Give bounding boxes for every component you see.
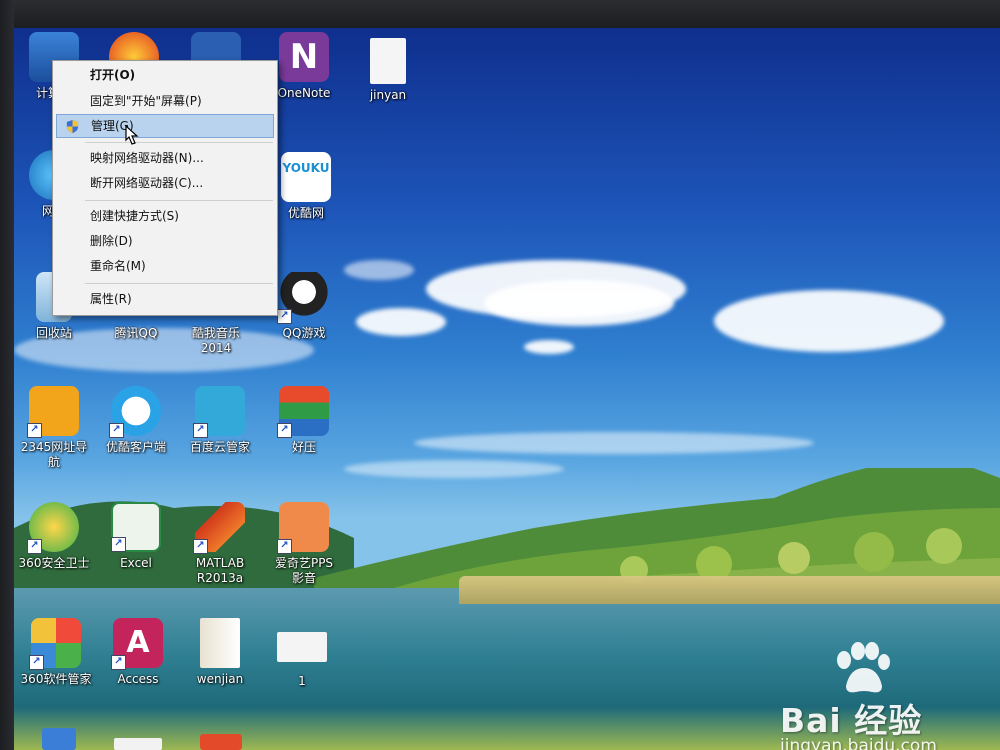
software-manager-icon: ↗ [29,618,81,670]
shortcut-arrow-icon: ↗ [193,423,208,438]
desktop-icon-label: 1 [298,674,306,688]
desktop-icon-label: MATLAB R2013a [195,556,245,585]
desktop-icon-label: 回收站 [35,326,72,340]
reed-bank [459,576,1000,604]
desktop-icon-label: Access [117,672,159,686]
desktop-icon-label: 优酷网 [287,206,324,220]
paw-icon [837,642,890,693]
menu-item-disconnect-network-drive[interactable]: 断开网络驱动器(C)... [56,171,274,195]
uac-shield-icon [66,119,79,134]
file-icon [200,618,240,668]
watermark-url: jingyan.baidu.com [780,736,937,750]
menu-item-map-network-drive[interactable]: 映射网络驱动器(N)... [56,146,274,170]
baidu-jingyan-watermark: Bai 经验 jingyan.baidu.com [766,642,986,750]
iqiyi-icon: ↗ [277,502,329,554]
onenote-icon: N [279,32,329,82]
shield-plus-icon: ↗ [27,502,79,554]
partial-icon [114,738,162,750]
monitor-bezel-top [0,0,1000,30]
shortcut-arrow-icon: ↗ [193,539,208,554]
desktop-icon-nav-2345[interactable]: ↗ 2345网址导 航 [14,386,94,470]
matlab-icon: ↗ [193,502,245,554]
desktop-icon-baidu-cloud[interactable]: ↗ 百度云管家 [180,386,260,455]
menu-item-pin-to-start[interactable]: 固定到"开始"屏幕(P) [56,89,274,113]
cloud [484,280,674,326]
menu-item-create-shortcut[interactable]: 创建快捷方式(S) [56,204,274,228]
shortcut-arrow-icon: ↗ [109,423,124,438]
desktop-icon-label: wenjian [196,672,244,686]
desktop-icon-label: 优酷客户端 [105,440,166,454]
desktop-icon-label: 百度云管家 [189,440,250,454]
youku-icon: YOUKU [281,152,331,202]
menu-separator [85,142,273,143]
menu-item-delete[interactable]: 删除(D) [56,229,274,253]
desktop-icon-youku-client[interactable]: ↗ 优酷客户端 [96,386,176,455]
shortcut-arrow-icon: ↗ [29,655,44,670]
penguin-icon: ↗ [277,272,329,324]
menu-separator [85,283,273,284]
mouse-cursor-icon [125,124,139,145]
context-menu: 打开(O) 固定到"开始"屏幕(P) 管理(G) 映射网络驱动器(N)... 断… [52,60,278,316]
folder-icon [277,632,327,662]
desktop-icon-label: 2345网址导 航 [20,440,88,469]
desktop-icon-matlab[interactable]: ↗ MATLAB R2013a [180,502,260,586]
shortcut-arrow-icon: ↗ [277,309,292,324]
desktop-icon-label: QQ游戏 [282,326,326,340]
shortcut-arrow-icon: ↗ [111,655,126,670]
cloud [714,290,944,352]
desktop-icon-label: 酷我音乐 2014 [191,326,240,355]
nav-2345-icon: ↗ [27,386,79,438]
cloud [524,340,574,354]
cloud [414,432,814,454]
cloud-icon: ↗ [193,386,245,438]
desktop-icon-label: Excel [120,556,152,570]
desktop-icon-label: 360安全卫士 [18,556,90,570]
shortcut-arrow-icon: ↗ [27,423,42,438]
desktop-icon-youku[interactable]: YOUKU 优酷网 [266,152,346,221]
cloud [344,260,414,280]
text-file-icon [370,38,406,84]
desktop-icon-label: 360软件管家 [20,672,92,686]
menu-item-properties[interactable]: 属性(R) [56,287,274,311]
excel-icon: ↗ [111,502,161,552]
shortcut-arrow-icon: ↗ [277,539,292,554]
desktop-icon-label: 腾讯QQ [114,326,158,340]
play-icon: ↗ [109,386,161,438]
partial-icon [42,728,76,750]
watermark-brand: Bai 经验 [780,701,923,740]
partial-icon [200,734,242,750]
menu-item-manage[interactable]: 管理(G) [56,114,274,138]
desktop-icon-software-360[interactable]: ↗ 360软件管家 [16,618,96,687]
desktop-icon-wenjian[interactable]: wenjian [180,618,260,687]
shortcut-arrow-icon: ↗ [277,423,292,438]
shortcut-arrow-icon: ↗ [111,537,126,552]
monitor-bezel-left [0,0,14,750]
desktop-icon-label: jinyan [369,88,407,102]
desktop-icon-label: 好压 [291,440,316,454]
desktop-icon-jinyan[interactable]: jinyan [348,38,428,103]
desktop-icon-label: 爱奇艺PPS 影音 [274,556,334,585]
menu-item-rename[interactable]: 重命名(M) [56,254,274,278]
desktop-icon-haozip[interactable]: ↗ 好压 [264,386,344,455]
menu-separator [85,200,273,201]
desktop-icon-folder-1[interactable]: 1 [262,632,342,689]
cloud [356,308,446,336]
archive-icon: ↗ [277,386,329,438]
desktop-icon-access[interactable]: A ↗ Access [98,618,178,687]
menu-item-open[interactable]: 打开(O) [56,63,274,87]
access-icon: A ↗ [111,618,163,670]
desktop-icon-excel[interactable]: ↗ Excel [96,502,176,571]
desktop-icon-iqiyi-pps[interactable]: ↗ 爱奇艺PPS 影音 [264,502,344,586]
desktop-icon-security-360[interactable]: ↗ 360安全卫士 [14,502,94,571]
shortcut-arrow-icon: ↗ [27,539,42,554]
